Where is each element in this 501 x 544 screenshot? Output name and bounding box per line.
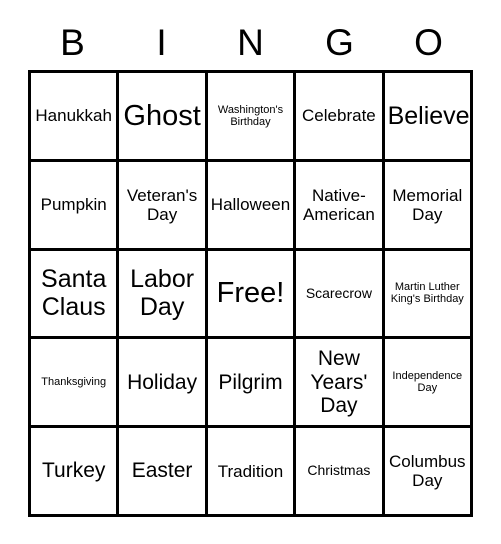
bingo-cell-label: Memorial Day [392,185,463,224]
bingo-cell-r3c1[interactable]: Santa Claus [31,250,120,340]
bingo-cell-label: Martin Luther King's Birthday [390,281,464,306]
bingo-cell-r5c3[interactable]: Tradition [207,428,297,517]
bingo-cell-r1c3[interactable]: Washington's Birthday [207,73,297,162]
bingo-cell-r4c5[interactable]: Independence Day [384,339,473,429]
bingo-header-letter-o: O [414,21,443,63]
bingo-cell-r4c2[interactable]: Holiday [119,339,208,429]
bingo-cell-r1c5[interactable]: Believe [384,73,473,162]
bingo-cell-r1c4[interactable]: Celebrate [296,73,385,162]
bingo-cell-r1c1[interactable]: Hanukkah [31,73,120,162]
bingo-cell-r3c5[interactable]: Martin Luther King's Birthday [384,250,473,340]
bingo-card: B I N G O Hanukkah Ghost Washington's Bi… [0,0,501,544]
bingo-header-letter-g: G [325,21,354,63]
bingo-cell-label: Halloween [210,195,291,215]
bingo-cell-label: Pumpkin [40,195,107,215]
bingo-cell-r5c5[interactable]: Columbus Day [384,428,473,517]
bingo-cell-r5c1[interactable]: Turkey [31,428,120,517]
bingo-cell-r3c2[interactable]: Labor Day [119,250,208,340]
bingo-header-letter-b: B [60,21,85,63]
bingo-cell-label: Thanksgiving [41,376,107,389]
bingo-grid: Hanukkah Ghost Washington's Birthday Cel… [28,70,473,517]
bingo-cell-r1c2[interactable]: Ghost [119,73,208,162]
bingo-cell-label: Ghost [123,99,201,132]
bingo-cell-label: Tradition [217,461,284,481]
bingo-cell-label: Santa Claus [41,265,107,322]
bingo-cell-free-space[interactable]: Free! [207,250,297,340]
bingo-cell-label: Celebrate [302,106,376,126]
bingo-cell-label: Christmas [307,462,371,479]
bingo-cell-label: Free! [216,277,285,310]
bingo-cell-r5c2[interactable]: Easter [119,428,208,517]
bingo-cell-r3c4[interactable]: Scarecrow [296,250,385,340]
bingo-cell-label: Turkey [41,459,106,483]
bingo-cell-label: Washington's Birthday [217,103,284,128]
bingo-cell-label: Labor Day [130,265,195,322]
bingo-cell-label: Columbus Day [389,452,466,491]
bingo-cell-r2c5[interactable]: Memorial Day [384,161,473,251]
bingo-cell-label: Holiday [127,370,198,394]
bingo-cell-r4c1[interactable]: Thanksgiving [31,339,120,429]
bingo-cell-r4c4[interactable]: New Years' Day [296,339,385,429]
bingo-cell-label: Native-American [302,185,375,224]
bingo-cell-label: Believe [387,101,470,130]
bingo-cell-r4c3[interactable]: Pilgrim [207,339,297,429]
bingo-cell-r2c2[interactable]: Veteran's Day [119,161,208,251]
bingo-cell-r2c4[interactable]: Native-American [296,161,385,251]
bingo-cell-label: Easter [131,459,193,483]
bingo-cell-label: Scarecrow [305,284,372,301]
bingo-cell-label: Hanukkah [35,106,112,126]
bingo-cell-label: Veteran's Day [126,185,198,224]
bingo-cell-r2c1[interactable]: Pumpkin [31,161,120,251]
bingo-cell-label: Independence Day [392,369,463,395]
bingo-cell-r2c3[interactable]: Halloween [207,161,297,251]
bingo-cell-label: Pilgrim [218,370,283,394]
bingo-cell-r5c4[interactable]: Christmas [296,428,385,517]
bingo-cell-label: New Years' Day [310,347,368,418]
bingo-header-row: B I N G O [28,18,473,66]
bingo-header-letter-n: N [237,21,264,63]
bingo-header-letter-i: I [156,21,167,63]
